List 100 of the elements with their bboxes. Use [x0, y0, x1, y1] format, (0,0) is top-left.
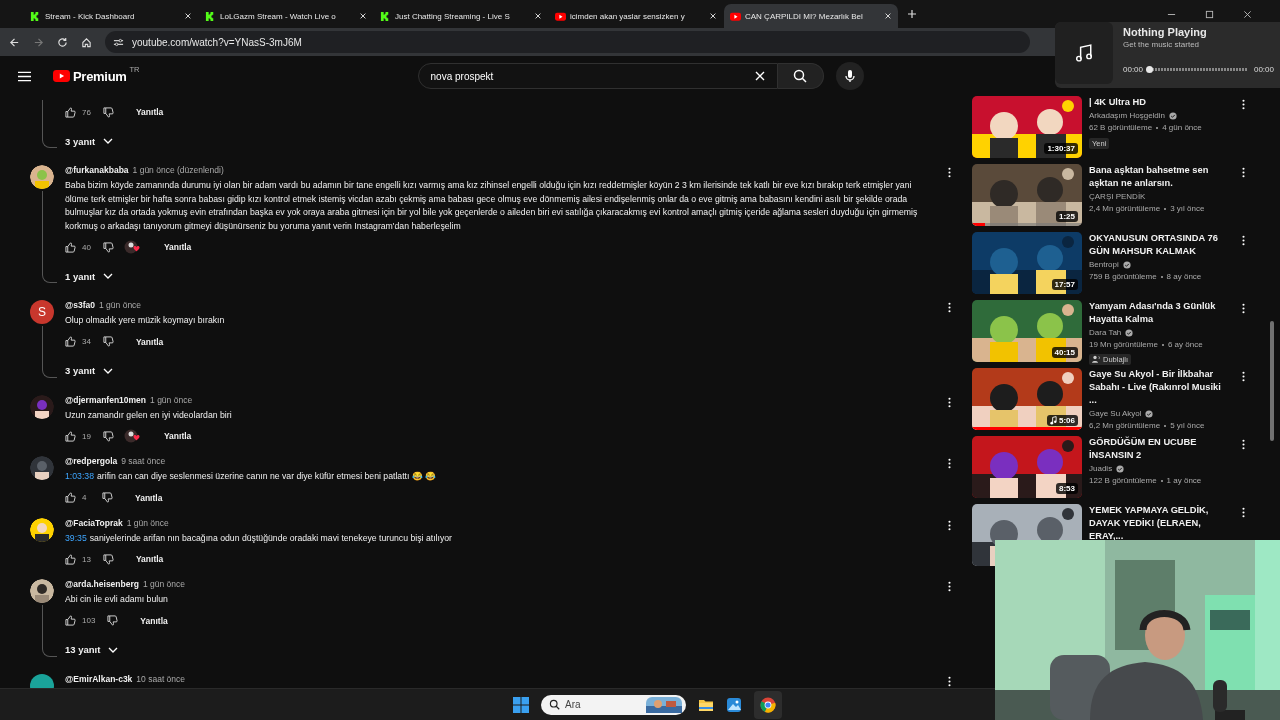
new-tab-icon[interactable]	[907, 9, 917, 19]
maximize-icon[interactable]	[1205, 9, 1214, 19]
video-title[interactable]: Bana aşktan bahsetme sen aşktan ne anlarsın.	[1089, 164, 1229, 190]
comment-time[interactable]: 10 saat önce	[136, 673, 186, 684]
close-icon[interactable]	[359, 12, 367, 20]
browser-tab[interactable]: CAN ÇARPILDI MI? Mezarlık Bel	[724, 4, 898, 28]
comment-time[interactable]: 1 gün önce	[142, 579, 186, 589]
browser-tab[interactable]: Just Chatting Streaming - Live S	[374, 4, 548, 28]
browser-tab[interactable]: icimden akan yaslar sensizken y	[549, 4, 723, 28]
thumbs-down-icon[interactable]	[102, 106, 114, 118]
close-icon[interactable]	[184, 12, 192, 20]
comment-time[interactable]: 1 gün önce	[126, 517, 169, 528]
thumbs-up-icon[interactable]	[65, 336, 76, 347]
more-icon[interactable]	[948, 167, 951, 178]
search-field[interactable]: nova prospekt	[417, 63, 778, 89]
comment-time[interactable]: 9 saat önce	[121, 456, 166, 466]
tab-title: LoLGazm Stream - Watch Live o	[220, 11, 337, 21]
channel-name[interactable]: ÇARŞI PENDİK	[1089, 192, 1146, 201]
thumbs-up-icon[interactable]	[65, 615, 76, 626]
video-title[interactable]: GÖRDÜĞÜM EN UCUBE İNSANSIN 2	[1089, 436, 1229, 462]
more-icon[interactable]	[948, 302, 951, 313]
avatar[interactable]: S	[30, 300, 54, 324]
thumbs-down-icon[interactable]	[102, 492, 113, 503]
address-bar[interactable]: youtube.com/watch?v=YNasS-3mJ6M	[105, 31, 1030, 53]
channel-name[interactable]: Bentropi	[1089, 260, 1119, 269]
reply-button[interactable]: Yanıtla	[127, 332, 172, 351]
channel-name[interactable]: Juadis	[1089, 464, 1113, 473]
search-button[interactable]	[777, 63, 824, 89]
thumbs-down-icon[interactable]	[102, 553, 114, 565]
thumbs-down-icon[interactable]	[102, 241, 114, 253]
more-icon[interactable]	[1242, 99, 1245, 110]
more-icon[interactable]	[948, 675, 951, 687]
home-icon[interactable]	[81, 36, 92, 48]
thumbs-up-icon[interactable]	[65, 553, 76, 565]
comment-author[interactable]: @FaciaToprak	[65, 517, 123, 528]
reload-icon[interactable]	[57, 36, 68, 48]
logo-text[interactable]: Premium	[73, 68, 127, 84]
close-icon[interactable]	[709, 12, 717, 20]
reply-button[interactable]: Yanıtla	[127, 488, 171, 507]
comment-author[interactable]: @arda.heisenberg	[65, 579, 139, 589]
media-progress[interactable]	[1149, 68, 1248, 71]
back-icon[interactable]	[9, 36, 20, 48]
more-icon[interactable]	[1242, 439, 1245, 450]
channel-name[interactable]: Dara Tah	[1089, 328, 1122, 337]
video-title[interactable]: | 4K Ultra HD	[1089, 96, 1229, 109]
more-icon[interactable]	[1242, 303, 1245, 314]
thumbs-up-icon[interactable]	[65, 241, 76, 253]
more-icon[interactable]	[1242, 235, 1245, 246]
more-icon[interactable]	[948, 519, 951, 531]
more-icon[interactable]	[1242, 167, 1245, 178]
more-icon[interactable]	[948, 581, 951, 592]
photos-icon[interactable]	[726, 696, 742, 713]
comment-author[interactable]: @EmirAlkan-c3k	[65, 673, 133, 684]
more-icon[interactable]	[1242, 507, 1245, 518]
close-icon[interactable]	[1243, 9, 1252, 19]
video-title[interactable]: Yamyam Adası'nda 3 Günlük Hayatta Kalma	[1089, 300, 1229, 326]
timestamp-link[interactable]: 39:35	[65, 532, 87, 543]
reply-button[interactable]: Yanıtla	[155, 427, 200, 445]
reply-button[interactable]: Yanıtla	[155, 238, 200, 256]
video-title[interactable]: YEMEK YAPMAYA GELDİK, DAYAK YEDİK! (ELRAEN, ERAY,...	[1089, 504, 1229, 543]
comment-author[interactable]: @s3fa0	[65, 300, 96, 310]
thumbs-down-icon[interactable]	[107, 615, 119, 626]
clear-icon[interactable]	[754, 71, 765, 81]
replies-toggle[interactable]: 3 yanıt	[65, 130, 114, 152]
voice-search-button[interactable]	[835, 62, 864, 90]
more-icon[interactable]	[948, 458, 951, 469]
comment-author[interactable]: @djermanfen10men	[65, 394, 147, 405]
reply-button[interactable]: Yanıtla	[132, 611, 176, 630]
start-icon[interactable]	[513, 696, 529, 713]
comment-time[interactable]: 1 gün önce	[150, 394, 193, 405]
channel-name[interactable]: Arkadaşım Hoşgeldin	[1089, 111, 1166, 120]
comment-time[interactable]: 1 gün önce	[99, 300, 142, 310]
more-icon[interactable]	[948, 396, 951, 408]
play-logo-icon[interactable]	[53, 70, 70, 82]
reply-button[interactable]: Yanıtla	[127, 550, 172, 568]
video-title[interactable]: OKYANUSUN ORTASINDA 76 GÜN MAHSUR KALMAK	[1089, 232, 1229, 258]
menu-icon[interactable]	[18, 70, 31, 82]
thumbs-up-icon[interactable]	[65, 430, 76, 442]
comment-time[interactable]: 1 gün önce (düzenlendi)	[132, 165, 224, 175]
replies-toggle[interactable]: 13 yanıt	[65, 638, 119, 661]
thumbs-up-icon[interactable]	[65, 492, 76, 503]
more-icon[interactable]	[1242, 371, 1245, 382]
close-icon[interactable]	[884, 12, 892, 20]
forward-icon[interactable]	[33, 36, 44, 48]
site-info-icon[interactable]	[113, 36, 124, 48]
replies-toggle[interactable]: 3 yanıt	[65, 359, 114, 382]
browser-tab[interactable]: Stream - Kick Dashboard	[24, 4, 198, 28]
video-title[interactable]: Gaye Su Akyol - Bir İlkbahar Sabahı - Live (Rakınrol Musiki ...	[1089, 368, 1229, 407]
comment-author[interactable]: @redpergola	[65, 456, 118, 466]
thumbs-down-icon[interactable]	[102, 430, 114, 442]
channel-name[interactable]: Gaye Su Akyol	[1089, 409, 1142, 418]
reply-button[interactable]: Yanıtla	[127, 103, 172, 121]
browser-tab[interactable]: LoLGazm Stream - Watch Live o	[199, 4, 373, 28]
browser-icon[interactable]	[760, 696, 776, 713]
thumbs-down-icon[interactable]	[102, 336, 114, 347]
replies-toggle[interactable]: 1 yanıt	[65, 265, 114, 287]
timestamp-link[interactable]: 1:03:38	[65, 471, 94, 481]
thumbs-up-icon[interactable]	[65, 106, 76, 118]
comment-author[interactable]: @furkanakbaba	[65, 165, 129, 175]
close-icon[interactable]	[534, 12, 542, 20]
